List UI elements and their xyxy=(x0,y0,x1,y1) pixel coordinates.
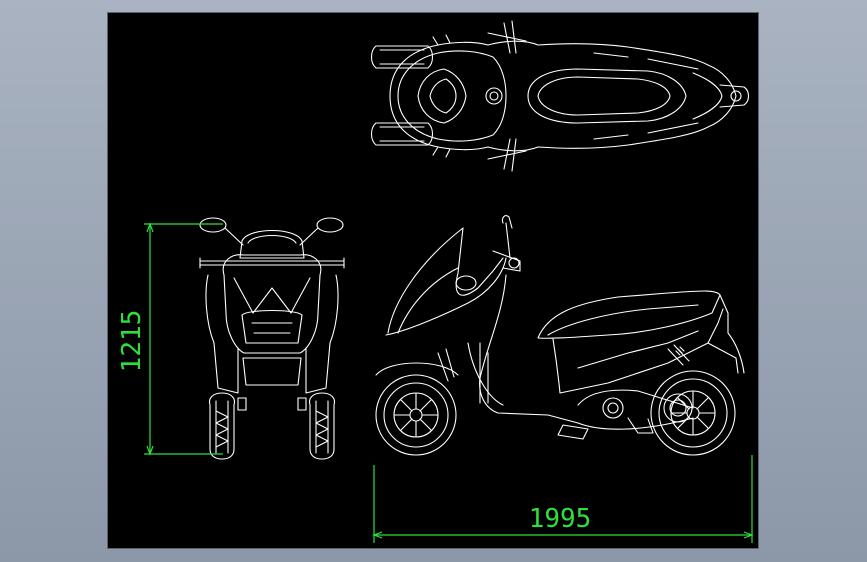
drawing-canvas: 1215 1995 xyxy=(117,20,754,543)
height-dimension-text: 1215 xyxy=(117,310,147,373)
front-view xyxy=(199,217,345,460)
length-dimension: 1995 xyxy=(372,455,754,543)
cad-viewport[interactable]: 1215 1995 xyxy=(108,13,758,548)
length-dimension-text: 1995 xyxy=(529,504,592,534)
top-view xyxy=(370,20,750,172)
height-dimension: 1215 xyxy=(117,222,223,456)
side-view xyxy=(375,215,745,456)
